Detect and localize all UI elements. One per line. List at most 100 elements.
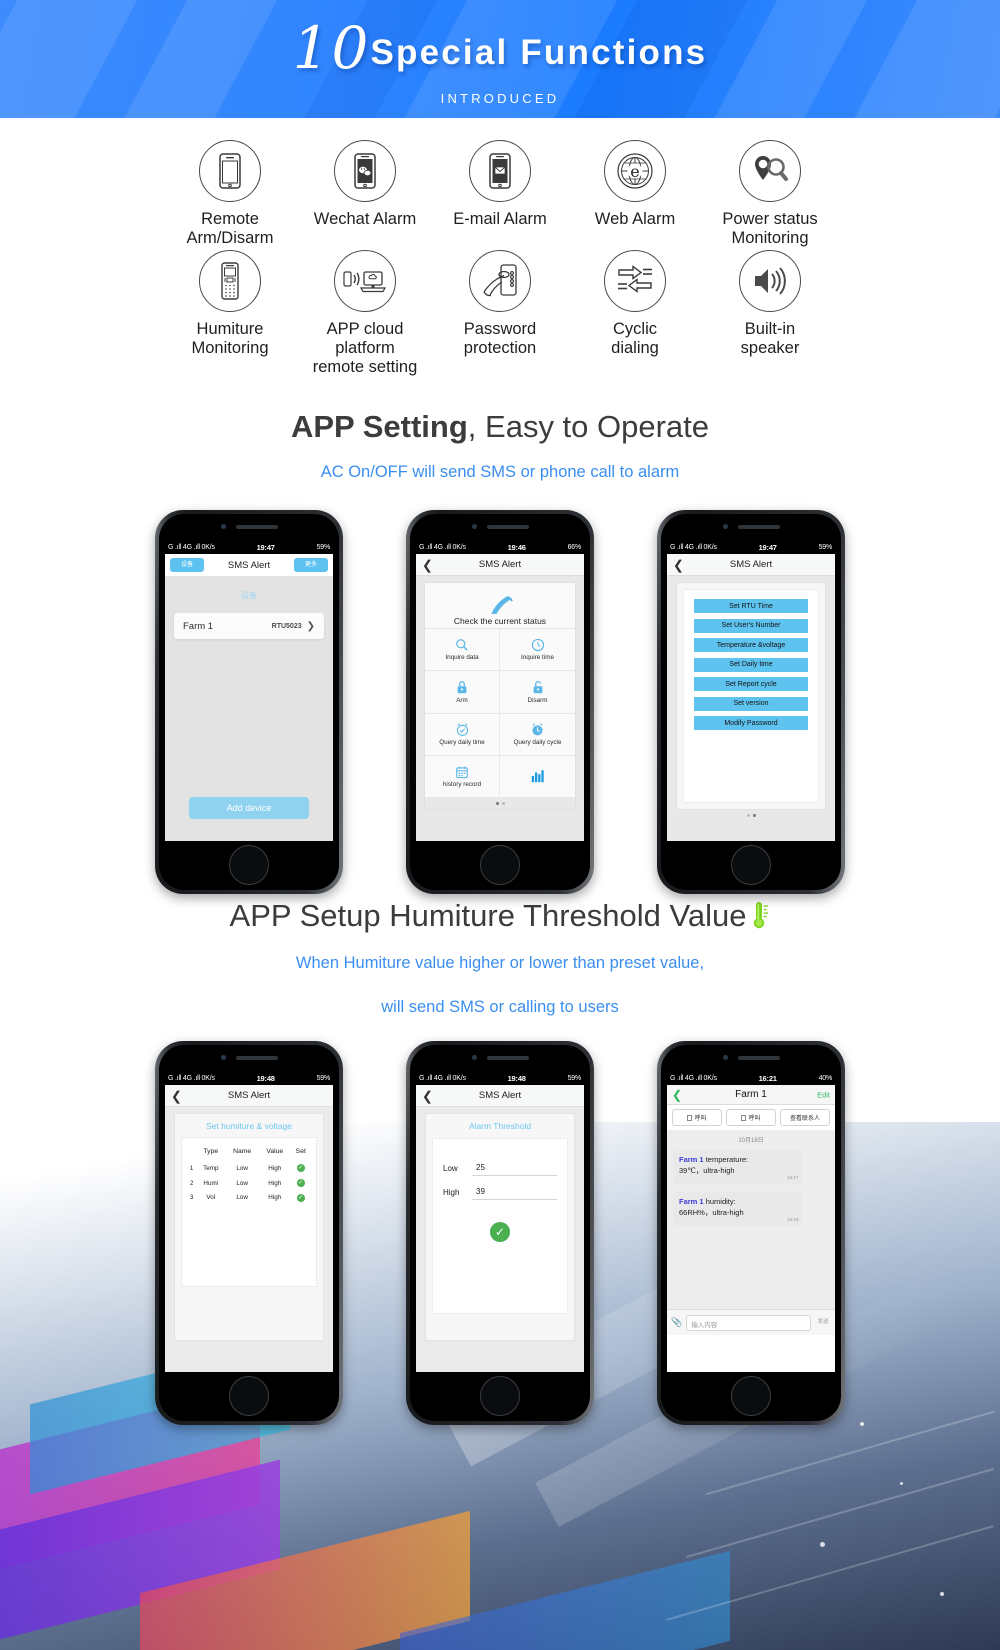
globe-e-icon: e xyxy=(604,140,666,202)
back-chevron-icon[interactable]: ❮ xyxy=(171,1089,182,1102)
setting-modify-password[interactable]: Modify Password xyxy=(694,716,808,730)
svg-text:e: e xyxy=(630,162,639,181)
setting-set-users-number[interactable]: Set User's Number xyxy=(694,618,808,633)
page-indicator xyxy=(425,798,575,809)
feature-wechat-alarm[interactable]: Wechat Alarm xyxy=(298,140,433,229)
th-index xyxy=(187,1145,196,1161)
camera-icon xyxy=(723,1055,728,1060)
call-action-label: 呼叫 xyxy=(748,1116,761,1122)
page-dot[interactable] xyxy=(746,814,750,817)
setting-set-rtu-time[interactable]: Set RTU Time xyxy=(694,599,808,613)
table-row[interactable]: 2 Humi Low High ✓ xyxy=(187,1176,311,1191)
feature-password-protection[interactable]: Password protection xyxy=(433,250,568,358)
phone-notch xyxy=(159,1045,339,1072)
device-model: RTU5023 xyxy=(271,622,302,630)
command-query-daily-cycle[interactable]: Query daily cycle xyxy=(500,714,575,757)
table-row[interactable]: 3 Vol Low High ✓ xyxy=(187,1191,311,1206)
message-sender: Farm 1 xyxy=(679,1155,704,1164)
setting-set-report-cycle[interactable]: Set Report cycle xyxy=(694,677,808,691)
status-carrier: G .ıll 4G .ıll 0K/s xyxy=(168,1075,215,1082)
chat-message[interactable]: Farm 1 humidity: 66RH%，ultra-high 16:18 xyxy=(673,1192,803,1226)
command-disarm[interactable]: Disarm xyxy=(500,671,575,714)
attachment-icon[interactable]: 📎 xyxy=(671,1317,682,1328)
call-action-label: 呼叫 xyxy=(694,1116,707,1122)
row-type: Vol xyxy=(206,1194,216,1202)
home-button[interactable] xyxy=(229,1376,269,1416)
add-device-button[interactable]: Add device xyxy=(189,797,309,819)
message-text: humidity: xyxy=(703,1197,736,1206)
tab-more[interactable]: 更多 xyxy=(293,558,328,572)
features-row-1: Remote Arm/Disarm Wechat Alarm E-mail Al… xyxy=(0,140,1000,248)
command-history-record[interactable]: history record xyxy=(425,756,500,798)
view-contact-action[interactable]: 查看联系人 xyxy=(780,1109,830,1126)
home-button[interactable] xyxy=(731,1376,771,1416)
status-time: 19:46 xyxy=(507,543,526,552)
home-button[interactable] xyxy=(480,845,520,885)
check-status-label: Check the current status xyxy=(453,616,547,626)
back-chevron-icon[interactable]: ❮ xyxy=(422,558,433,571)
feature-power-status-monitoring[interactable]: Power status Monitoring xyxy=(703,140,838,248)
page-dot[interactable] xyxy=(501,802,505,805)
send-button[interactable]: 发送 xyxy=(815,1319,831,1326)
page-title: 10Special Functions xyxy=(0,14,1000,82)
row-index: 1 xyxy=(189,1164,194,1172)
phone2-screen: G .ıll 4G .ıll 0K/s 19:46 66% ❮ SMS Aler… xyxy=(416,541,584,841)
check-circle-icon[interactable]: ✓ xyxy=(490,1222,510,1242)
humiture-sub2: will send SMS or calling to users xyxy=(381,998,619,1016)
back-chevron-icon[interactable]: ❮ xyxy=(422,1089,433,1102)
setting-set-daily-time[interactable]: Set Daily time xyxy=(694,657,808,672)
home-button[interactable] xyxy=(229,845,269,885)
call-action-1[interactable]: 呼叫 xyxy=(672,1109,722,1126)
call-action-2[interactable]: 呼叫 xyxy=(726,1109,776,1126)
app-setting-section: APP Setting, Easy to Operate AC On/OFF w… xyxy=(0,409,1000,482)
setting-temperature-voltage[interactable]: Temperature &voltage xyxy=(694,638,808,652)
status-bar: G .ıll 4G .ıll 0K/s 19:48 59% xyxy=(165,1072,333,1085)
command-query-daily-time[interactable]: Query daily time xyxy=(425,713,500,757)
row-name: Low xyxy=(236,1179,248,1187)
home-button[interactable] xyxy=(731,845,771,885)
command-arm[interactable]: Arm xyxy=(425,670,500,714)
check-status-header[interactable]: Check the current status xyxy=(425,583,575,629)
tab-devices[interactable]: 设备 xyxy=(170,558,205,572)
feature-humiture-monitoring[interactable]: Humiture Monitoring xyxy=(163,250,298,358)
page-dot[interactable] xyxy=(752,814,756,817)
status-carrier: G .ıll 4G .ıll 0K/s xyxy=(670,1075,717,1082)
th-name: Name xyxy=(233,1148,252,1155)
check-icon: ✓ xyxy=(296,1193,305,1202)
feature-email-alarm[interactable]: E-mail Alarm xyxy=(433,140,568,229)
check-icon: ✓ xyxy=(296,1164,305,1173)
feature-label: Web Alarm xyxy=(568,210,703,229)
device-list-item[interactable]: Farm 1 RTU5023 ❯ xyxy=(174,613,324,639)
pin-magnifier-icon xyxy=(739,140,801,202)
command-inquire-data[interactable]: Inquire data xyxy=(425,629,500,671)
command-inquire-time[interactable]: Inquire time xyxy=(500,629,575,671)
row-set[interactable]: ✓ xyxy=(291,1191,311,1206)
feature-app-cloud-platform[interactable]: APP cloud platform remote setting xyxy=(298,250,433,377)
command-chart[interactable] xyxy=(500,756,575,798)
feature-label-line2: Monitoring xyxy=(731,229,809,247)
message-line2: 66RH%，ultra-high xyxy=(679,1208,744,1217)
phone-settings-buttons: G .ıll 4G .ıll 0K/s 19:47 59% ❮ SMS Aler… xyxy=(657,510,845,894)
setting-set-version[interactable]: Set version xyxy=(694,696,808,711)
high-input[interactable]: 39 xyxy=(472,1185,557,1200)
back-chevron-icon[interactable]: ❮ xyxy=(672,1088,682,1102)
camera-icon xyxy=(221,524,226,529)
back-chevron-icon[interactable]: ❮ xyxy=(673,558,684,571)
feature-cyclic-dialing[interactable]: Cyclic dialing xyxy=(568,250,703,358)
message-sender: Farm 1 xyxy=(679,1197,704,1206)
row-set[interactable]: ✓ xyxy=(291,1161,311,1176)
message-input[interactable]: 输入内容 xyxy=(686,1314,811,1331)
command-label: Query daily cycle xyxy=(513,739,562,747)
chat-message[interactable]: Farm 1 temperature: 39℃，ultra-high 16:17 xyxy=(673,1150,803,1184)
feature-web-alarm[interactable]: e Web Alarm xyxy=(568,140,703,229)
wechat-phone-icon xyxy=(334,140,396,202)
feature-remote-arm-disarm[interactable]: Remote Arm/Disarm xyxy=(163,140,298,248)
low-input[interactable]: 25 xyxy=(472,1161,557,1176)
home-button[interactable] xyxy=(480,1376,520,1416)
edit-button[interactable]: Edit xyxy=(817,1090,830,1099)
row-set[interactable]: ✓ xyxy=(291,1176,311,1191)
earpiece-speaker xyxy=(738,525,780,529)
feature-builtin-speaker[interactable]: Built-in speaker xyxy=(703,250,838,358)
page-dot[interactable] xyxy=(495,802,499,805)
table-row[interactable]: 1 Temp Low High ✓ xyxy=(187,1161,311,1176)
